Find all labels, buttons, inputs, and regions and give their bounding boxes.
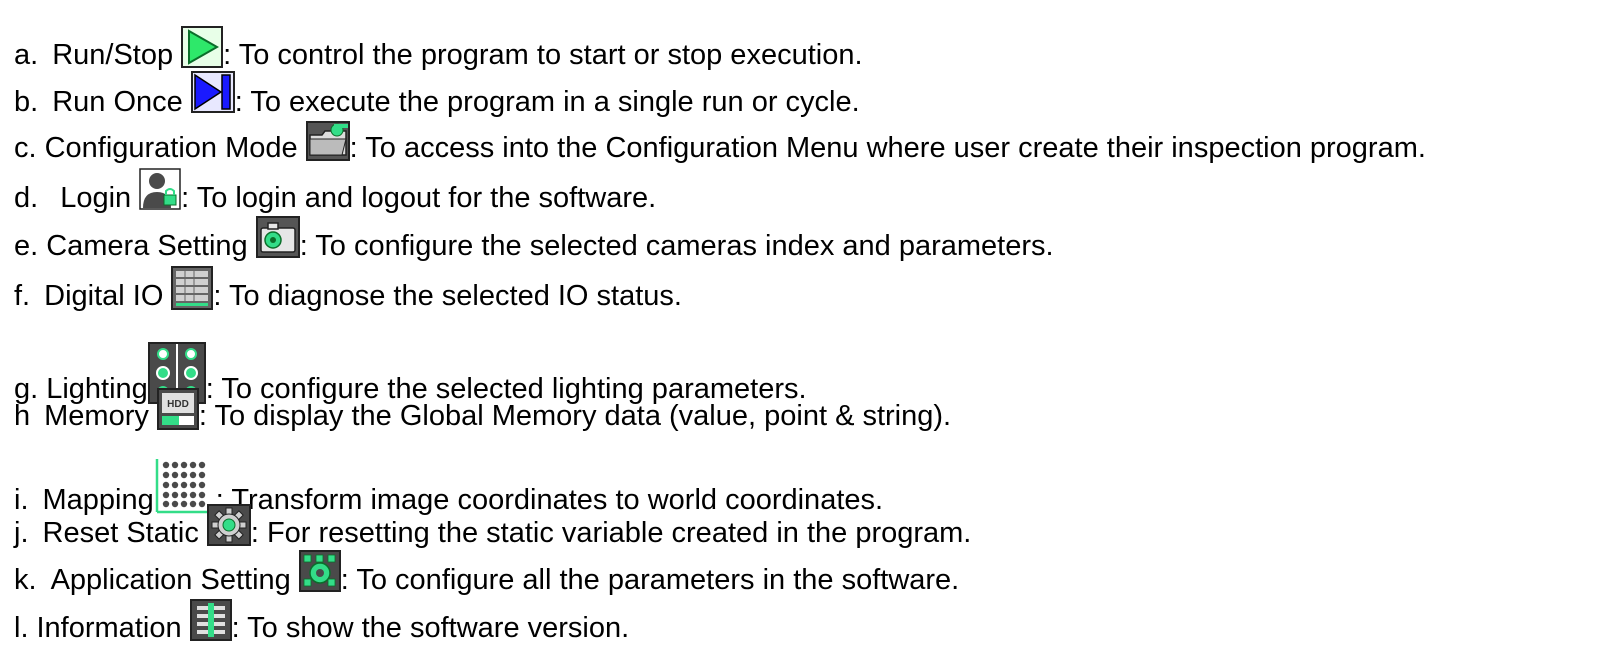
item-name: Run Once [52, 86, 183, 118]
item-marker: a. [14, 39, 39, 71]
toolbar-icon-legend: a. Run/Stop : To control the program to s… [0, 0, 1598, 645]
item-name: Memory [44, 400, 149, 432]
item-description: : To execute the program in a single run… [234, 86, 860, 118]
login-icon [139, 168, 181, 210]
legend-item-login: d. Login : To login and logout for the so… [14, 165, 656, 215]
item-name: Information [36, 612, 182, 644]
legend-item-reset-static: j. Reset Static: For resetting the stat… [14, 500, 971, 550]
legend-item-memory: h Memory HDD : To display the Global Memo… [14, 383, 951, 433]
item-name: Reset Static [42, 517, 199, 549]
item-marker: b. [14, 86, 39, 118]
item-description: : To access into the Configuration Menu … [349, 132, 1426, 164]
item-description: : To configure all the parameters in the… [340, 564, 960, 596]
item-marker: k. [14, 564, 37, 596]
memory-hdd-icon: HDD [156, 388, 199, 430]
item-marker: h [14, 400, 31, 432]
item-marker: c. [14, 132, 37, 164]
item-description: : For resetting the static variable crea… [250, 517, 972, 549]
legend-item-information: l. Information : To show the software ver… [14, 595, 629, 645]
legend-item-run-once: b. Run Once : To execute the program in a… [14, 69, 860, 119]
item-description: : To login and logout for the software. [181, 182, 657, 214]
item-description: : To display the Global Memory data (val… [198, 400, 952, 432]
legend-item-digital-io: f. Digital IO : To diagnose the selected … [14, 261, 682, 313]
information-icon [189, 599, 232, 641]
camera-setting-icon [255, 216, 300, 258]
reset-static-gear-icon [206, 504, 251, 546]
item-marker: j. [14, 517, 29, 549]
legend-item-application-setting: k. Application Setting : To configure all… [14, 547, 959, 597]
item-description: : To configure the selected cameras inde… [299, 230, 1054, 262]
item-name: Application Setting [50, 564, 291, 596]
run-stop-icon [181, 26, 224, 68]
item-name: Run/Stop [52, 39, 174, 71]
item-name: Camera Setting [46, 230, 248, 262]
item-name: Login [60, 182, 132, 214]
configuration-mode-icon [305, 121, 350, 161]
item-marker: d. [14, 182, 39, 214]
item-name: Configuration Mode [44, 132, 298, 164]
run-once-icon [190, 71, 235, 113]
digital-io-icon [171, 266, 214, 310]
item-description: : To show the software version. [231, 612, 630, 644]
legend-item-camera-setting: e. Camera Setting : To configure the sele… [14, 213, 1054, 263]
application-setting-icon [298, 550, 341, 592]
item-description: : To control the program to start or sto… [223, 39, 863, 71]
item-marker: l. [14, 612, 29, 644]
legend-item-run-stop: a. Run/Stop : To control the program to s… [14, 22, 863, 72]
item-name: Digital IO [44, 280, 164, 312]
item-marker: f. [14, 280, 31, 312]
legend-item-configuration-mode: c. Configuration Mode : To access into th… [14, 117, 1426, 165]
memory-icon-label: HDD [167, 399, 189, 410]
item-marker: e. [14, 230, 39, 262]
item-description: : To diagnose the selected IO status. [213, 280, 682, 312]
